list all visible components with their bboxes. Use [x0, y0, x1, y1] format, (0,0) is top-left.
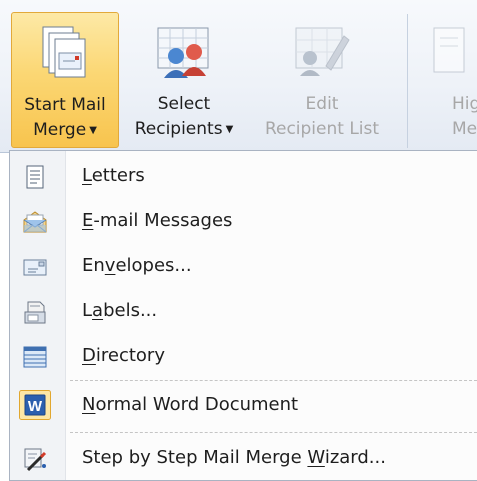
- highlight-merge-fields-label-2: Merg: [452, 119, 477, 139]
- menu-item-label: bels...: [103, 300, 158, 321]
- edit-recipient-list-icon: [292, 22, 352, 80]
- menu-item-label: elopes...: [115, 255, 192, 276]
- envelope-icon: [22, 254, 48, 278]
- svg-text:W: W: [28, 398, 43, 415]
- highlight-merge-fields-button[interactable]: Hig Merg: [412, 12, 477, 148]
- menu-item-normal-word-document[interactable]: W Normal Word Document: [10, 384, 477, 426]
- menu-item-mail-merge-wizard[interactable]: Step by Step Mail Merge Wizard...: [10, 437, 477, 479]
- menu-divider: [70, 380, 477, 381]
- access-key: v: [104, 255, 116, 276]
- wizard-icon: [22, 446, 48, 472]
- directory-icon: [22, 344, 48, 368]
- menu-item-envelopes[interactable]: Envelopes...: [10, 245, 477, 287]
- highlight-merge-fields-icon: [424, 22, 477, 80]
- start-mail-merge-menu: Letters E-mail Messages Envelopes... Lab…: [9, 150, 477, 481]
- menu-item-label: En: [82, 255, 105, 276]
- access-key: W: [307, 447, 325, 468]
- select-recipients-button[interactable]: Select Recipients ▼: [123, 12, 245, 148]
- menu-item-label: irectory: [95, 345, 165, 366]
- menu-item-label: izard...: [324, 447, 386, 468]
- select-recipients-label-2: Recipients: [134, 119, 223, 139]
- word-icon: W: [19, 390, 51, 420]
- menu-item-label: -mail Messages: [93, 210, 233, 231]
- mailings-ribbon: Start Mail Merge ▼ Select Recipients ▼ E…: [0, 0, 477, 153]
- dropdown-arrow-icon: ▼: [225, 124, 234, 135]
- letter-icon: [22, 164, 48, 189]
- dropdown-arrow-icon: ▼: [89, 125, 97, 136]
- menu-item-label: etters: [91, 165, 145, 186]
- start-mail-merge-icon: [35, 23, 95, 81]
- access-key: L: [82, 165, 92, 186]
- email-icon: [22, 209, 48, 233]
- access-key: a: [92, 300, 104, 321]
- menu-item-email-messages[interactable]: E-mail Messages: [10, 200, 477, 242]
- start-mail-merge-label-1: Start Mail: [24, 95, 106, 115]
- access-key: E: [82, 210, 94, 231]
- access-key: N: [82, 394, 96, 415]
- menu-item-directory[interactable]: Directory: [10, 335, 477, 377]
- highlight-merge-fields-label-1: Hig: [452, 94, 477, 114]
- menu-item-label: Step by Step Mail Merge: [82, 447, 308, 468]
- access-key: D: [82, 345, 96, 366]
- menu-item-label: L: [82, 300, 93, 321]
- menu-item-label: ormal Word Document: [95, 394, 299, 415]
- select-recipients-icon: [154, 22, 214, 80]
- edit-recipient-list-button[interactable]: Edit Recipient List: [248, 12, 396, 148]
- select-recipients-label-1: Select: [157, 94, 211, 114]
- ribbon-separator: [407, 14, 408, 148]
- menu-divider: [70, 432, 477, 433]
- edit-recipient-list-label-2: Recipient List: [264, 119, 380, 139]
- menu-item-labels[interactable]: Labels...: [10, 290, 477, 332]
- start-mail-merge-label-2: Merge: [33, 120, 87, 140]
- start-mail-merge-button[interactable]: Start Mail Merge ▼: [11, 12, 119, 148]
- menu-item-letters[interactable]: Letters: [10, 155, 477, 197]
- edit-recipient-list-label-1: Edit: [305, 94, 339, 114]
- labels-icon: [22, 299, 48, 324]
